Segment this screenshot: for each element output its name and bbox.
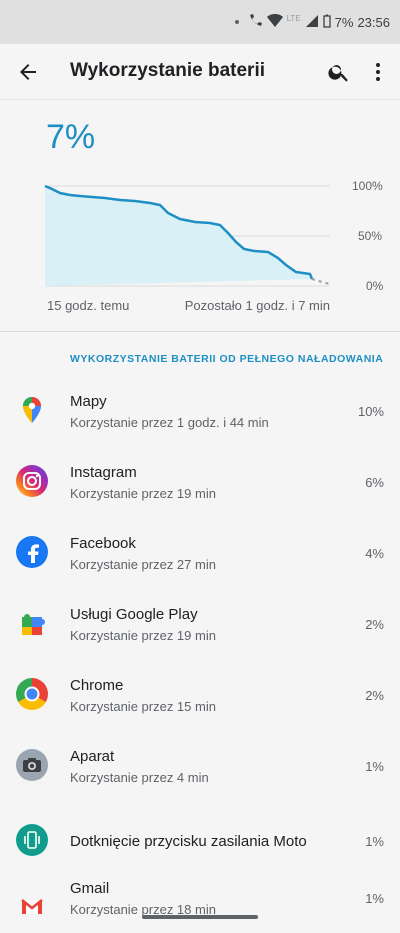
app-bar: Wykorzystanie baterii bbox=[0, 44, 400, 100]
facebook-icon bbox=[16, 536, 48, 568]
chrome-icon bbox=[16, 678, 48, 710]
google-play-services-icon bbox=[16, 607, 48, 639]
app-name: Mapy bbox=[70, 393, 107, 410]
back-arrow-icon[interactable] bbox=[16, 60, 40, 84]
app-name: Gmail bbox=[70, 880, 110, 897]
app-percent: 1% bbox=[365, 891, 384, 906]
app-usage: Korzystanie przez 4 min bbox=[70, 770, 209, 785]
search-icon[interactable] bbox=[327, 60, 351, 84]
app-percent: 4% bbox=[365, 546, 384, 561]
battery-level: 7% bbox=[46, 118, 96, 156]
time-start: 15 godz. temu bbox=[47, 298, 130, 313]
notification-dot bbox=[234, 20, 239, 24]
maps-icon bbox=[16, 394, 48, 426]
list-item[interactable]: Mapy Korzystanie przez 1 godz. i 44 min … bbox=[0, 380, 400, 451]
app-name: Usługi Google Play bbox=[70, 606, 198, 623]
list-item[interactable]: Dotknięcie przycisku zasilania Moto 1% bbox=[0, 806, 400, 877]
network-type: LTE bbox=[286, 13, 301, 23]
app-percent: 6% bbox=[365, 475, 384, 490]
app-name: Chrome bbox=[70, 677, 124, 694]
axis-label-100: 100% bbox=[352, 179, 383, 193]
battery-percent: 7% bbox=[334, 14, 354, 30]
battery-forecast-line bbox=[311, 278, 331, 285]
more-options-icon[interactable] bbox=[366, 60, 390, 84]
app-name: Facebook bbox=[70, 535, 136, 552]
app-percent: 1% bbox=[365, 759, 384, 774]
wifi-icon bbox=[266, 13, 283, 31]
list-item[interactable]: Chrome Korzystanie przez 15 min 2% bbox=[0, 664, 400, 735]
status-bar: LTE 7% 23:56 bbox=[0, 0, 400, 44]
list-item[interactable]: Instagram Korzystanie przez 19 min 6% bbox=[0, 451, 400, 522]
battery-usage-chart: 100% 50% 0% bbox=[44, 179, 384, 293]
app-percent: 1% bbox=[365, 834, 384, 849]
app-percent: 2% bbox=[365, 688, 384, 703]
app-name: Instagram bbox=[70, 464, 137, 481]
list-item[interactable]: Facebook Korzystanie przez 27 min 4% bbox=[0, 522, 400, 593]
wifi-calling-icon bbox=[247, 13, 263, 32]
axis-label-0: 0% bbox=[366, 279, 384, 293]
moto-power-touch-icon bbox=[16, 824, 48, 856]
camera-icon bbox=[16, 749, 48, 781]
page-title: Wykorzystanie baterii bbox=[70, 60, 266, 81]
app-name: Dotknięcie przycisku zasilania Moto bbox=[70, 833, 307, 850]
app-usage: Korzystanie przez 27 min bbox=[70, 557, 216, 572]
app-name: Aparat bbox=[70, 748, 115, 765]
gesture-nav-handle[interactable] bbox=[142, 915, 258, 919]
list-item[interactable]: Aparat Korzystanie przez 4 min 1% bbox=[0, 735, 400, 806]
time-remaining: Pozostało 1 godz. i 7 min bbox=[184, 298, 330, 313]
app-usage: Korzystanie przez 19 min bbox=[70, 486, 216, 501]
axis-label-50: 50% bbox=[358, 229, 382, 243]
battery-icon bbox=[323, 14, 331, 31]
app-usage: Korzystanie przez 19 min bbox=[70, 628, 216, 643]
list-item[interactable]: Gmail Korzystanie przez 18 min 1% bbox=[0, 877, 400, 933]
app-usage: Korzystanie przez 1 godz. i 44 min bbox=[70, 415, 269, 430]
app-percent: 2% bbox=[365, 617, 384, 632]
instagram-icon bbox=[16, 465, 48, 497]
signal-icon bbox=[305, 14, 319, 31]
clock: 23:56 bbox=[357, 14, 390, 30]
gmail-icon bbox=[16, 890, 48, 922]
section-title: WYKORZYSTANIE BATERII OD PEŁNEGO NAŁADOW… bbox=[70, 353, 384, 365]
app-percent: 10% bbox=[357, 404, 384, 419]
app-usage: Korzystanie przez 15 min bbox=[70, 699, 216, 714]
divider bbox=[0, 331, 400, 332]
list-item[interactable]: Usługi Google Play Korzystanie przez 19 … bbox=[0, 593, 400, 664]
status-icons: LTE 7% 23:56 bbox=[234, 0, 390, 44]
